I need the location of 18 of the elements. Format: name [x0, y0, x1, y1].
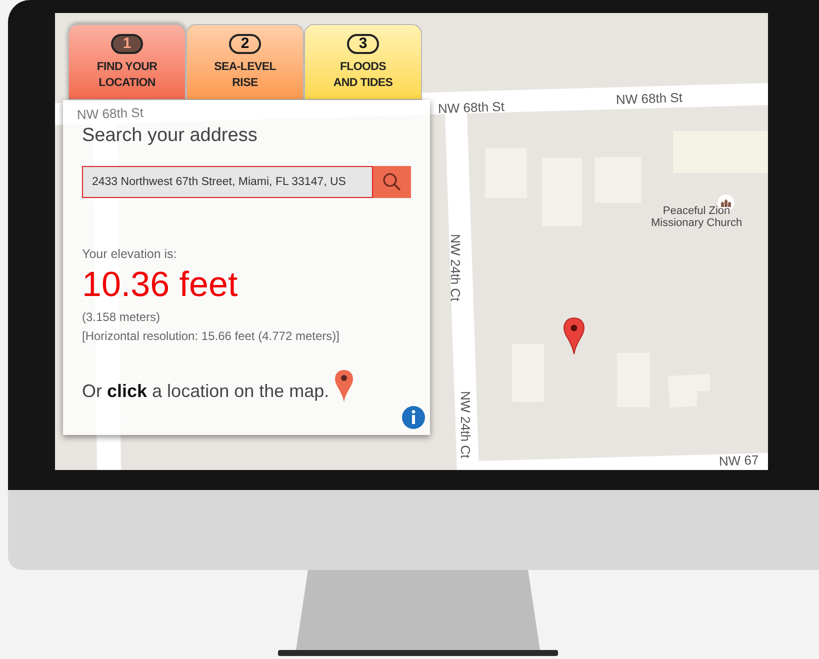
- place-label: Missionary Church: [651, 217, 742, 229]
- street-label: NW 24th Ct: [457, 391, 473, 458]
- map-click-hint: Or click a location on the map.: [82, 380, 330, 403]
- address-field[interactable]: 2433 Northwest 67th Street, Miami, FL 33147, US: [82, 166, 373, 198]
- step-tab[interactable]: 2 SEA-LEVEL RISE: [186, 24, 304, 100]
- street-label: NW 67: [718, 452, 759, 470]
- street-label: NW 68th St: [616, 90, 683, 108]
- street-label: NW 24th Ct: [447, 234, 463, 302]
- elevation-meters: (3.158 meters): [82, 308, 162, 326]
- elevation-value: 10.36 feet: [82, 264, 239, 306]
- horizontal-resolution: [Horizontal resolution: 15.66 feet (4.772 meters)]: [82, 328, 340, 345]
- step-tab[interactable]: 3 FLOODS AND TIDES: [304, 24, 422, 100]
- elevation-label: Your elevation is:: [82, 246, 178, 263]
- street-label: NW 68th St: [438, 98, 505, 118]
- panel-heading: Search your address: [82, 126, 258, 145]
- street-label: NW 68th St: [76, 104, 144, 124]
- step-tab[interactable]: 1 FIND YOUR LOCATION: [68, 24, 186, 100]
- place-label: Peaceful Zion: [662, 205, 730, 217]
